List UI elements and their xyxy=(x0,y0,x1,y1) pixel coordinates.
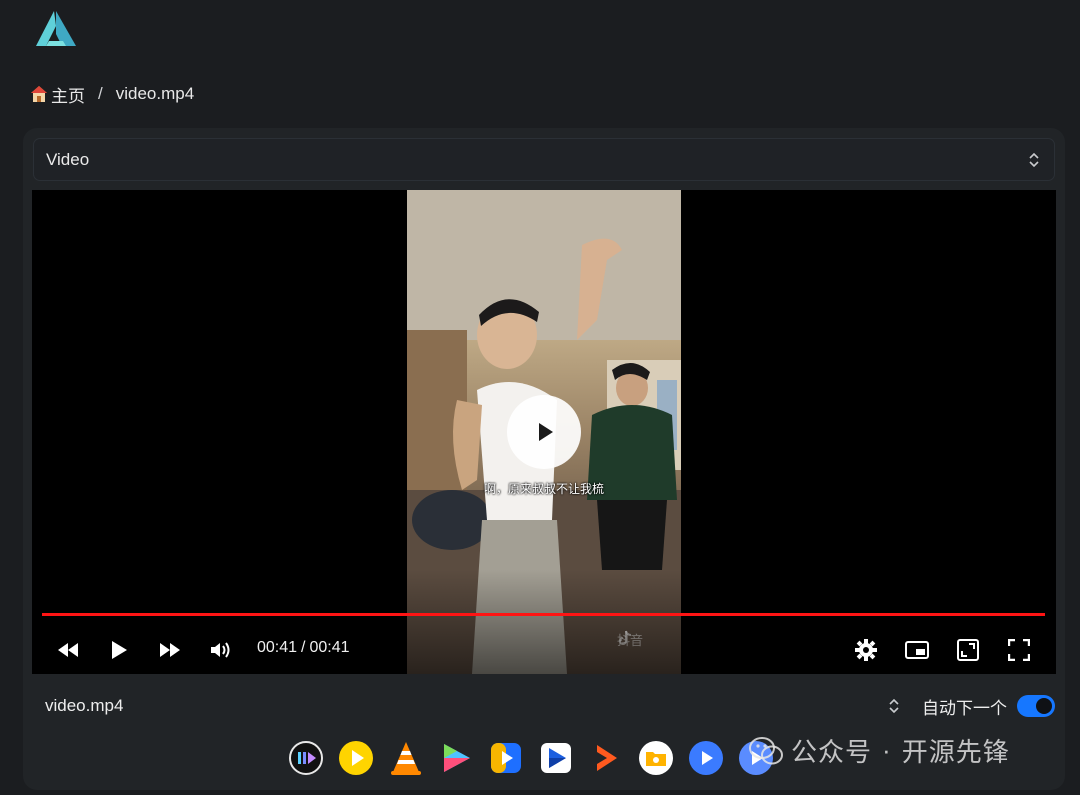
wechat-icon xyxy=(749,736,783,764)
nplayer-icon[interactable] xyxy=(437,739,475,777)
wechat-watermark: 公众号 · 开源先锋 xyxy=(749,732,1010,769)
breadcrumb: 主页 / video.mp4 xyxy=(30,82,194,106)
preview-card: Video 啊，原来叔叔不让我梳 00:41 / 00:41 video.mp4… xyxy=(23,128,1065,790)
progress-bar[interactable] xyxy=(42,613,1045,616)
rewind-icon xyxy=(58,643,78,657)
volume-icon xyxy=(211,642,230,658)
wechat-account-label: 公众号 xyxy=(791,737,873,767)
alist-logo-icon[interactable] xyxy=(32,8,80,50)
breadcrumb-current[interactable]: video.mp4 xyxy=(116,84,194,104)
vlc-icon[interactable] xyxy=(387,739,425,777)
wechat-dot: · xyxy=(882,735,892,765)
toggle-knob xyxy=(1036,698,1052,714)
mxplayer-icon[interactable] xyxy=(537,739,575,777)
play-icon xyxy=(539,423,553,441)
home-icon[interactable] xyxy=(30,85,48,103)
autoplay-toggle[interactable] xyxy=(1017,695,1055,717)
current-filename: video.mp4 xyxy=(45,696,124,715)
fullscreen-button[interactable] xyxy=(1006,638,1032,662)
infuse-icon[interactable] xyxy=(487,739,525,777)
playlist-controls: 自动下一个 xyxy=(888,693,1055,719)
breadcrumb-home[interactable]: 主页 xyxy=(51,82,85,107)
gear-icon xyxy=(855,639,877,661)
external-player-list xyxy=(287,738,775,778)
potplayer-icon[interactable] xyxy=(337,739,375,777)
web-fullscreen-button[interactable] xyxy=(955,638,981,662)
play-icon xyxy=(112,641,127,659)
fileball-icon[interactable] xyxy=(637,739,675,777)
iina-icon[interactable] xyxy=(287,739,325,777)
current-time: 00:41 xyxy=(257,639,298,656)
fullscreen-icon xyxy=(1008,639,1030,661)
big-play-button[interactable] xyxy=(507,395,581,469)
chevron-up-down-icon[interactable] xyxy=(888,697,900,715)
breadcrumb-separator: / xyxy=(98,84,103,103)
settings-button[interactable] xyxy=(853,638,879,662)
time-display: 00:41 / 00:41 xyxy=(257,639,350,657)
picture-in-picture-icon xyxy=(905,641,929,659)
progress-fill xyxy=(42,613,1045,616)
volume-button[interactable] xyxy=(208,638,234,662)
autoplay-label: 自动下一个 xyxy=(922,698,1007,718)
video-subtitle: 啊，原来叔叔不让我梳 xyxy=(483,482,604,496)
source-select[interactable]: Video xyxy=(33,138,1055,181)
time-separator: / xyxy=(301,639,306,656)
fast-forward-icon xyxy=(160,643,180,657)
rewind-button[interactable] xyxy=(55,638,81,662)
source-select-value: Video xyxy=(46,149,90,169)
mxplayer-pro-icon[interactable] xyxy=(587,739,625,777)
picture-in-picture-button[interactable] xyxy=(904,638,930,662)
play-button[interactable] xyxy=(106,638,132,662)
chevron-up-down-icon xyxy=(1029,152,1039,168)
fast-forward-button[interactable] xyxy=(157,638,183,662)
duration: 00:41 xyxy=(309,639,350,656)
web-fullscreen-icon xyxy=(957,639,979,661)
controls-gradient xyxy=(32,570,1056,674)
omniplayer-icon[interactable] xyxy=(687,739,725,777)
video-player[interactable]: 啊，原来叔叔不让我梳 抖音 xyxy=(32,190,1056,674)
wechat-account-name: 开源先锋 xyxy=(901,737,1010,767)
